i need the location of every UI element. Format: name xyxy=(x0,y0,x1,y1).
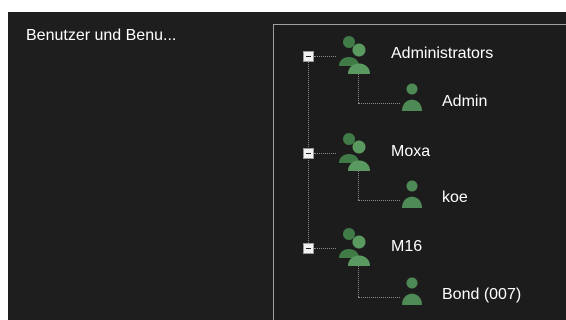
user-icon xyxy=(402,83,422,111)
user-group-icon xyxy=(339,133,370,171)
user-icon xyxy=(402,180,422,208)
user-tree-panel: Administrators Admin Moxa koe M16 Bond (… xyxy=(273,24,566,320)
collapse-toggle-administrators[interactable] xyxy=(303,51,314,62)
tree-connector-line xyxy=(314,153,336,154)
tree-connector-line xyxy=(358,200,400,201)
tree-node-user[interactable]: Admin xyxy=(442,93,487,111)
tree-connector-line xyxy=(314,56,336,57)
users-and-groups-label: Benutzer und Benu... xyxy=(26,27,177,44)
tree-connector-line xyxy=(358,168,359,200)
tree-connector-line xyxy=(358,265,359,297)
user-icon xyxy=(402,277,422,305)
tree-connector-line xyxy=(358,103,400,104)
tree-node-group[interactable]: Administrators xyxy=(391,45,493,63)
tree-node-group[interactable]: Moxa xyxy=(391,143,430,161)
user-group-icon xyxy=(339,36,370,74)
collapse-toggle-moxa[interactable] xyxy=(303,148,314,159)
tree-connector-line xyxy=(358,71,359,103)
tree-node-user[interactable]: koe xyxy=(442,189,468,207)
tree-node-user[interactable]: Bond (007) xyxy=(442,286,521,304)
tree-connector-line xyxy=(358,297,400,298)
user-group-icon xyxy=(339,228,370,266)
tree-connector-line xyxy=(314,248,336,249)
tree-node-group[interactable]: M16 xyxy=(391,238,422,256)
collapse-toggle-m16[interactable] xyxy=(303,243,314,254)
